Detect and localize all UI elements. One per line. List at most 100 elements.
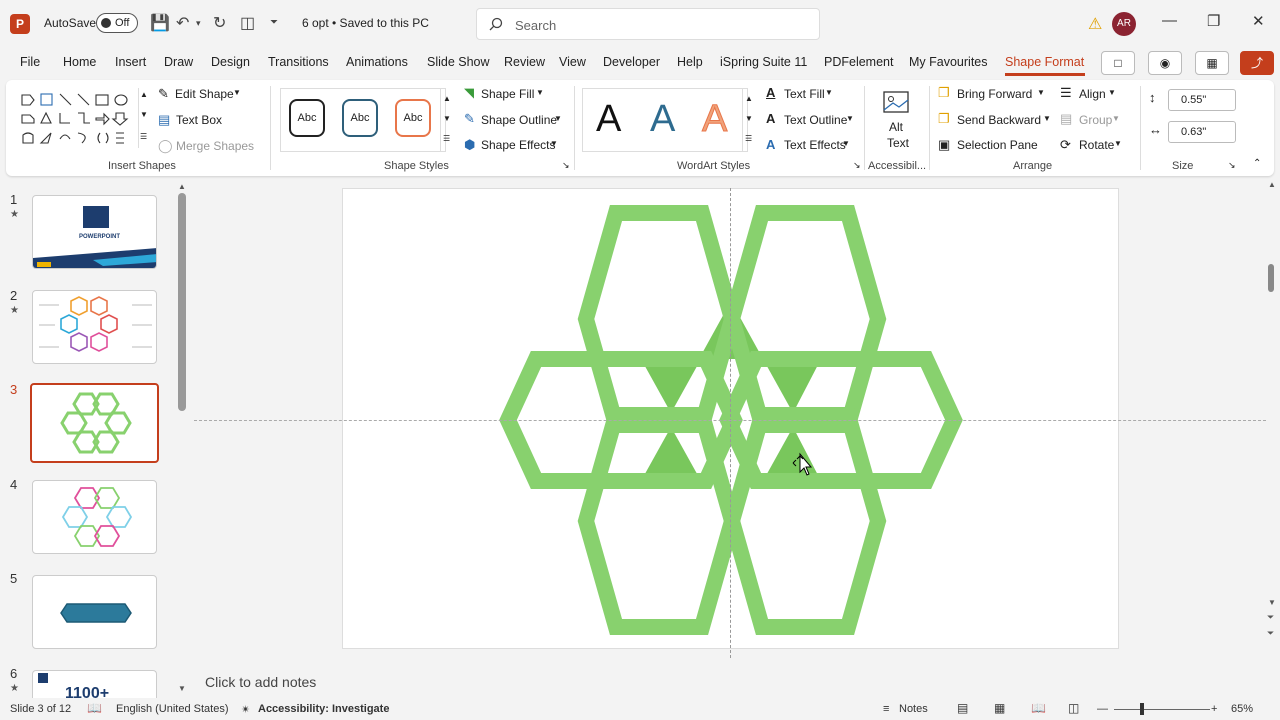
- scroll-down-icon[interactable]: ▼: [140, 110, 148, 119]
- tab-review[interactable]: Review: [504, 55, 545, 69]
- rotate-button[interactable]: Rotate: [1079, 138, 1114, 152]
- shape-width-input[interactable]: 0.63": [1168, 121, 1236, 143]
- align-button[interactable]: Align: [1079, 87, 1106, 101]
- shapes-gallery[interactable]: [20, 91, 144, 149]
- dialog-launcher-icon[interactable]: ↘: [562, 160, 570, 171]
- accessibility-status[interactable]: Accessibility: Investigate: [258, 703, 389, 715]
- tab-home[interactable]: Home: [63, 55, 96, 69]
- send-backward-button[interactable]: Send Backward: [957, 113, 1041, 127]
- hexagon-top-left[interactable]: [577, 205, 741, 433]
- zoom-slider-thumb[interactable]: [1140, 703, 1144, 715]
- tab-animations[interactable]: Animations: [346, 55, 408, 69]
- scroll-up-icon[interactable]: ▲: [140, 90, 148, 99]
- search-box[interactable]: Search: [476, 8, 820, 40]
- collapse-ribbon-icon[interactable]: ⌃: [1253, 158, 1261, 169]
- shape-outline-button[interactable]: Shape Outline: [481, 113, 557, 127]
- tab-help[interactable]: Help: [677, 55, 703, 69]
- normal-view-icon[interactable]: ▤: [957, 701, 968, 715]
- tab-ispring[interactable]: iSpring Suite 11: [720, 55, 807, 69]
- scroll-up-icon[interactable]: ▲: [178, 182, 186, 191]
- selection-pane-button[interactable]: Selection Pane: [957, 138, 1038, 152]
- notes-button[interactable]: Notes: [899, 703, 928, 715]
- shape-styles-scroll[interactable]: ▲ ▼ ☰: [440, 88, 452, 152]
- wordart-preset-3[interactable]: A: [701, 98, 727, 141]
- scroll-down-icon[interactable]: ▼: [443, 114, 451, 123]
- zoom-out-icon[interactable]: —: [1097, 703, 1108, 715]
- dialog-launcher-icon[interactable]: ↘: [1228, 160, 1236, 171]
- spelling-icon[interactable]: 📖: [87, 701, 102, 715]
- tab-view[interactable]: View: [559, 55, 586, 69]
- slide-scrollbar[interactable]: [1268, 264, 1274, 292]
- chevron-down-icon[interactable]: ▼: [233, 88, 241, 97]
- thumbnails-scrollbar[interactable]: [178, 193, 186, 411]
- tab-insert[interactable]: Insert: [115, 55, 146, 69]
- chevron-down-icon[interactable]: ▼: [842, 139, 850, 148]
- chevron-down-icon[interactable]: ▼: [550, 139, 558, 148]
- tab-transitions[interactable]: Transitions: [268, 55, 329, 69]
- slide-thumbnail-2[interactable]: [32, 290, 157, 364]
- customize-toolbar-icon[interactable]: ⏷: [270, 17, 278, 28]
- shape-style-preset-1[interactable]: Abc: [289, 99, 325, 137]
- text-box-button[interactable]: Text Box: [176, 113, 222, 127]
- text-outline-button[interactable]: Text Outline: [784, 113, 847, 127]
- edit-shape-button[interactable]: Edit Shape: [175, 87, 234, 101]
- shape-effects-button[interactable]: Shape Effects: [481, 138, 556, 152]
- more-icon[interactable]: ☰: [745, 134, 752, 143]
- close-icon[interactable]: ✕: [1252, 12, 1265, 30]
- wordart-preset-2[interactable]: A: [650, 98, 675, 141]
- hexagon-top-right[interactable]: [723, 205, 887, 433]
- slide-thumbnail-3[interactable]: [30, 383, 159, 463]
- autosave-toggle[interactable]: Off: [96, 13, 138, 33]
- undo-dropdown-icon[interactable]: ▾: [196, 18, 201, 29]
- chevron-down-icon[interactable]: ▼: [554, 114, 562, 123]
- scroll-up-icon[interactable]: ▲: [443, 94, 451, 103]
- bring-forward-button[interactable]: Bring Forward: [957, 87, 1032, 101]
- present-icon[interactable]: ◫: [240, 13, 255, 33]
- scroll-up-icon[interactable]: ▲: [1268, 180, 1276, 189]
- shape-fill-button[interactable]: Shape Fill: [481, 87, 534, 101]
- language-status[interactable]: English (United States): [116, 703, 229, 715]
- slide-thumbnail-1[interactable]: POWERPOINT: [32, 195, 157, 269]
- tab-draw[interactable]: Draw: [164, 55, 193, 69]
- shapes-gallery-scroll[interactable]: ▲ ▼ ☰: [138, 88, 148, 148]
- chevron-down-icon[interactable]: ▼: [1037, 88, 1045, 97]
- undo-icon[interactable]: ↶: [176, 13, 189, 33]
- next-slide-icon[interactable]: ⏷: [1267, 628, 1274, 639]
- teams-button[interactable]: ▦: [1195, 51, 1229, 75]
- wordart-scroll[interactable]: ▲ ▼ ☰: [742, 88, 754, 152]
- chevron-down-icon[interactable]: ▼: [846, 114, 854, 123]
- warning-icon[interactable]: ⚠: [1088, 14, 1102, 34]
- more-icon[interactable]: ☰: [140, 132, 147, 141]
- restore-icon[interactable]: ❐: [1207, 12, 1220, 30]
- wordart-preset-1[interactable]: A: [596, 98, 621, 141]
- tab-developer[interactable]: Developer: [603, 55, 660, 69]
- tab-pdfelement[interactable]: PDFelement: [824, 55, 893, 69]
- chevron-down-icon[interactable]: ▼: [1114, 139, 1122, 148]
- scroll-down-icon[interactable]: ▼: [1268, 598, 1276, 607]
- tab-design[interactable]: Design: [211, 55, 250, 69]
- zoom-in-icon[interactable]: +: [1211, 703, 1217, 715]
- share-button[interactable]: ⤴: [1240, 51, 1274, 75]
- tab-slide-show[interactable]: Slide Show: [427, 55, 490, 69]
- more-icon[interactable]: ☰: [443, 134, 450, 143]
- chevron-down-icon[interactable]: ▼: [1108, 88, 1116, 97]
- slideshow-view-icon[interactable]: ◫: [1068, 701, 1079, 715]
- slide-thumbnail-6[interactable]: 1100+: [32, 670, 157, 698]
- chevron-down-icon[interactable]: ▼: [1043, 114, 1051, 123]
- slide-sorter-icon[interactable]: ▦: [994, 701, 1005, 715]
- shape-style-preset-3[interactable]: Abc: [395, 99, 431, 137]
- avatar[interactable]: AR: [1112, 12, 1136, 36]
- tab-shape-format[interactable]: Shape Format: [1005, 55, 1084, 69]
- save-icon[interactable]: 💾: [150, 13, 170, 33]
- hexagon-bottom-right[interactable]: [723, 407, 887, 635]
- shape-style-preset-2[interactable]: Abc: [342, 99, 378, 137]
- record-button[interactable]: ◉: [1148, 51, 1182, 75]
- scroll-down-icon[interactable]: ▼: [745, 114, 753, 123]
- slide-thumbnail-5[interactable]: [32, 575, 157, 649]
- redo-icon[interactable]: ↻: [213, 13, 226, 33]
- reading-view-icon[interactable]: 📖: [1031, 701, 1046, 715]
- chevron-down-icon[interactable]: ▼: [536, 88, 544, 97]
- comments-button[interactable]: □: [1101, 51, 1135, 75]
- notes-pane[interactable]: Click to add notes: [194, 666, 1266, 698]
- scroll-up-icon[interactable]: ▲: [745, 94, 753, 103]
